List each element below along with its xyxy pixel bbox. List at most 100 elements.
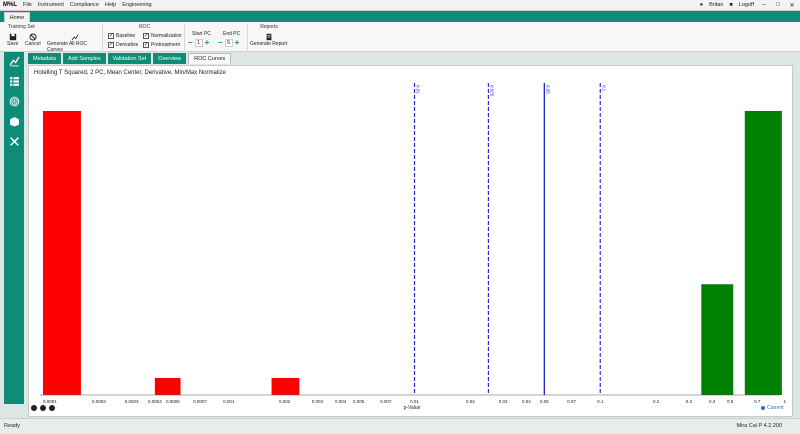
chart-tools bbox=[31, 405, 55, 411]
tab-metadata[interactable]: Metadata bbox=[28, 53, 61, 64]
info-icon[interactable] bbox=[40, 405, 46, 411]
baseline-check-icon: ✓ bbox=[108, 33, 114, 39]
generate-report-button[interactable]: Generate Report bbox=[250, 33, 287, 47]
sidebar-item-trend[interactable] bbox=[7, 54, 21, 68]
bar-series-0-1 bbox=[154, 377, 181, 395]
menu-compliance[interactable]: Compliance bbox=[67, 2, 102, 8]
save-button[interactable]: Save bbox=[7, 33, 18, 47]
x-tick-label-23: 0.7 bbox=[754, 399, 761, 404]
x-tick-label-17: 0.07 bbox=[567, 399, 576, 404]
cancel-button[interactable]: Cancel bbox=[25, 33, 41, 47]
tab-home[interactable]: Home bbox=[4, 12, 30, 22]
reports-title: Reports bbox=[260, 24, 278, 30]
tab-roc-curves[interactable]: ROC Curves bbox=[188, 53, 232, 64]
x-tick-label-24: 1 bbox=[783, 399, 786, 404]
help-icon[interactable] bbox=[49, 405, 55, 411]
ribbon: Training Set Save Cancel Generate All RO… bbox=[0, 22, 800, 53]
close-icon[interactable]: ✕ bbox=[788, 2, 796, 9]
normalization-check-icon: ✓ bbox=[143, 33, 149, 39]
sidebar-item-fingerprint[interactable] bbox=[7, 94, 21, 108]
end-pc-plus-icon[interactable]: + bbox=[235, 39, 240, 47]
derivative-checkbox[interactable]: ✓ Derivative bbox=[108, 42, 138, 48]
generate-roc-label: Generate All ROC Curves bbox=[47, 41, 88, 53]
threshold-label-0: 0.01 bbox=[416, 85, 421, 94]
roc-chart: 0.01 0.025 0.05 0.1 0.0001 0.0002 0.0003 0.000… bbox=[40, 83, 786, 411]
user-name: Britan bbox=[709, 2, 724, 8]
start-pc-label: Start PC bbox=[192, 31, 211, 37]
sidebar-item-box[interactable] bbox=[7, 114, 21, 128]
threshold-label-1: 0.025 bbox=[489, 85, 494, 97]
end-pc-stepper[interactable]: − 5 + bbox=[218, 39, 239, 47]
x-tick-label-0: 0.0001 bbox=[43, 399, 57, 404]
sidebar bbox=[4, 52, 24, 404]
end-pc-label: End PC bbox=[223, 31, 241, 37]
tab-add-samples[interactable]: Add Samples bbox=[62, 53, 106, 64]
x-tick-label-15: 0.04 bbox=[522, 399, 531, 404]
menu-file[interactable]: File bbox=[20, 2, 35, 8]
menu-help[interactable]: Help bbox=[102, 2, 119, 8]
normalization-checkbox[interactable]: ✓ Normalization bbox=[143, 33, 182, 39]
bar-series-0-2 bbox=[271, 377, 300, 395]
x-tick-label-5: 0.0007 bbox=[193, 399, 207, 404]
x-tick-label-8: 0.003 bbox=[312, 399, 324, 404]
end-pc-value[interactable]: 5 bbox=[224, 39, 233, 47]
tab-validation-set[interactable]: Validation Set bbox=[107, 53, 152, 64]
threshold-label-3: 0.1 bbox=[601, 85, 606, 92]
start-pc-stepper[interactable]: − 1 + bbox=[188, 39, 209, 47]
legend-current: Current bbox=[767, 405, 784, 411]
save-label: Save bbox=[7, 41, 19, 47]
line-chart-icon bbox=[9, 56, 19, 66]
x-tick-label-20: 0.3 bbox=[686, 399, 693, 404]
chart-options-icon[interactable] bbox=[31, 405, 37, 411]
title-bar: M%L File Instrument Compliance Help Engi… bbox=[0, 0, 800, 11]
derivative-label: Derivative bbox=[116, 42, 139, 48]
cancel-label: Cancel bbox=[25, 41, 41, 47]
app-logo: M%L bbox=[3, 2, 17, 8]
reports-group: Reports Generate Report bbox=[249, 24, 289, 50]
end-pc-minus-icon[interactable]: − bbox=[218, 39, 223, 47]
sub-tabs: Metadata Add Samples Validation Set Over… bbox=[28, 53, 232, 64]
x-axis-label: p-Value bbox=[404, 405, 421, 411]
start-pc-plus-icon[interactable]: + bbox=[205, 39, 210, 47]
generate-report-label: Generate Report bbox=[250, 41, 288, 47]
baseline-label: Baseline bbox=[116, 33, 136, 39]
chart-legend: Current bbox=[761, 405, 784, 411]
pc-range-group: Start PC − 1 + End PC − 5 + bbox=[186, 24, 248, 50]
start-pc-minus-icon[interactable]: − bbox=[188, 39, 193, 47]
cancel-icon bbox=[29, 33, 37, 41]
menu-instrument[interactable]: Instrument bbox=[35, 2, 67, 8]
roc-title: ROC bbox=[138, 24, 151, 30]
minimize-icon[interactable]: – bbox=[760, 2, 768, 8]
x-tick-label-11: 0.007 bbox=[380, 399, 392, 404]
x-tick-label-13: 0.02 bbox=[466, 399, 475, 404]
user-icon: ● bbox=[699, 2, 704, 8]
threshold-label-2: 0.05 bbox=[545, 85, 550, 94]
lock-icon: ■ bbox=[729, 2, 733, 8]
menu-engineering[interactable]: Engineering bbox=[119, 2, 154, 8]
roc-group: ROC ✓ Baseline ✓ Derivative ✓ Normalization… bbox=[105, 24, 185, 50]
sidebar-item-list[interactable] bbox=[7, 74, 21, 88]
x-tick-label-21: 0.4 bbox=[709, 399, 716, 404]
report-icon bbox=[266, 33, 272, 41]
sidebar-item-tools[interactable] bbox=[7, 134, 21, 148]
x-tick-label-7: 0.002 bbox=[279, 399, 291, 404]
pretreatment-check-icon: ✓ bbox=[143, 42, 149, 48]
training-set-title: Training Set bbox=[8, 24, 35, 30]
box-icon bbox=[9, 116, 19, 126]
baseline-checkbox[interactable]: ✓ Baseline bbox=[108, 33, 135, 39]
pretreatment-checkbox[interactable]: ✓ Pretreatment bbox=[143, 42, 180, 48]
tab-overview[interactable]: Overview bbox=[153, 53, 187, 64]
pretreatment-label: Pretreatment bbox=[151, 42, 180, 48]
generate-roc-button[interactable]: Generate All ROC Curves bbox=[47, 33, 102, 53]
tools-icon bbox=[9, 136, 19, 146]
status-bar: Ready Mira Cal P 4.2.200 bbox=[0, 418, 800, 434]
ribbon-tab-strip bbox=[0, 11, 800, 22]
logoff-button[interactable]: Logoff bbox=[739, 2, 754, 8]
start-pc-value[interactable]: 1 bbox=[194, 39, 203, 47]
save-icon bbox=[9, 33, 16, 41]
x-tick-label-10: 0.005 bbox=[353, 399, 365, 404]
x-tick-label-19: 0.2 bbox=[653, 399, 660, 404]
x-tick-label-14: 0.03 bbox=[499, 399, 508, 404]
maximize-icon[interactable]: □ bbox=[774, 2, 782, 8]
version-text: Mira Cal P 4.2.200 bbox=[736, 423, 782, 429]
